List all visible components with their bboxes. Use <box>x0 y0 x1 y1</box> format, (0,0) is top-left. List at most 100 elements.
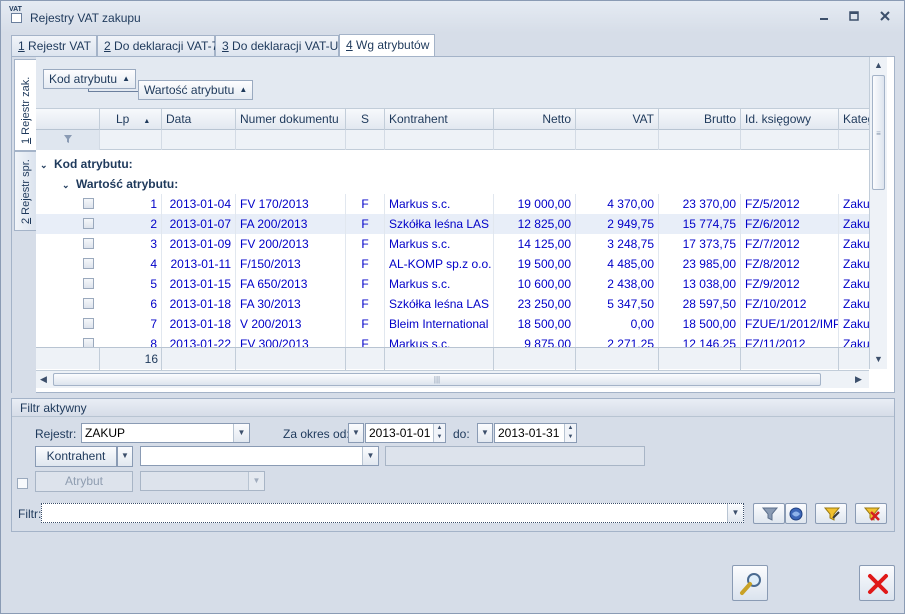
date-to-dropdown[interactable]: ▼ <box>477 423 493 443</box>
filter-clear-button[interactable] <box>855 503 887 524</box>
cell-s: F <box>346 194 385 214</box>
tab-wg-atrybutow[interactable]: 4 Wg atrybutów <box>339 34 435 57</box>
cell-id: FZ/5/2012 <box>741 194 839 214</box>
table-row[interactable]: 1 2013-01-04 FV 170/2013 F Markus s.c. 1… <box>36 194 869 214</box>
cell-kontrahent: AL-KOMP sp.z o.o. <box>385 254 494 274</box>
table-row[interactable]: 8 2013-01-22 FV 300/2013 F Markus s.c. 9… <box>36 334 869 347</box>
title-bar[interactable]: VAT Rejestry VAT zakupu <box>1 1 904 33</box>
header-kontrahent[interactable]: Kontrahent <box>385 109 494 130</box>
filter-edit-button[interactable] <box>815 503 847 524</box>
chevron-down-icon[interactable]: ▼ <box>727 504 743 522</box>
filtr-input[interactable]: ▼ <box>41 503 744 523</box>
date-from-input[interactable]: 2013-01-01 ▲ ▼ <box>365 423 446 443</box>
vertical-scroll-thumb[interactable]: ≡ <box>872 75 885 190</box>
vertical-scrollbar[interactable]: ▲ ≡ ▼ <box>869 57 887 369</box>
group-wartosc-atrybutu[interactable]: Wartość atrybutu ▲ <box>138 80 254 100</box>
row-checkbox[interactable] <box>83 338 94 347</box>
kontrahent-button[interactable]: Kontrahent <box>35 446 117 467</box>
kontrahent-select[interactable]: ▼ <box>140 446 379 466</box>
auto-filter-row[interactable] <box>36 130 869 150</box>
close-window-button[interactable] <box>877 10 893 24</box>
tab-do-deklaracji-vat7[interactable]: 2 Do deklaracji VAT-7 <box>97 35 218 57</box>
filter-cell-vat[interactable] <box>576 130 659 150</box>
filter-cell-numer[interactable] <box>236 130 346 150</box>
scroll-left-icon[interactable]: ◀ <box>40 374 47 385</box>
footer-cell <box>346 348 385 370</box>
maximize-button[interactable] <box>846 10 862 24</box>
date-to-input[interactable]: 2013-01-31 ▲ ▼ <box>494 423 577 443</box>
filtr-label: Filtr: <box>18 507 42 521</box>
header-netto[interactable]: Netto <box>494 109 576 130</box>
cell-lp: 6 <box>100 294 162 314</box>
table-row[interactable]: 6 2013-01-18 FA 30/2013 F Szkółka leśna … <box>36 294 869 314</box>
header-numer-dokumentu[interactable]: Numer dokumentu <box>236 109 346 130</box>
filter-cell-id[interactable] <box>741 130 839 150</box>
cell-kategoria: Zakupy <box>843 317 869 331</box>
close-button[interactable] <box>859 565 895 601</box>
magnifier-icon <box>740 573 761 595</box>
chevron-down-icon[interactable]: ⌄ <box>40 155 54 175</box>
chevron-down-icon[interactable]: ▼ <box>233 424 249 442</box>
filter-apply-button[interactable] <box>753 503 785 524</box>
cell-netto: 12 825,00 <box>494 214 576 234</box>
filter-cell-s[interactable] <box>346 130 385 150</box>
cell-lp: 8 <box>100 334 162 347</box>
scroll-right-icon[interactable]: ▶ <box>855 374 862 385</box>
row-checkbox[interactable] <box>83 278 94 289</box>
row-checkbox[interactable] <box>83 218 94 229</box>
tab-rejestr-vat[interactable]: 1 Rejestr VAT <box>11 35 97 57</box>
table-row[interactable]: 4 2013-01-11 F/150/2013 F AL-KOMP sp.z o… <box>36 254 869 274</box>
minimize-button[interactable] <box>816 10 832 24</box>
chevron-down-icon[interactable]: ⌄ <box>62 175 76 195</box>
cell-netto: 19 500,00 <box>494 254 576 274</box>
horizontal-scroll-thumb[interactable]: ||| <box>53 373 821 386</box>
filter-cell-brutto[interactable] <box>659 130 741 150</box>
table-row[interactable]: 3 2013-01-09 FV 200/2013 F Markus s.c. 1… <box>36 234 869 254</box>
cell-s: F <box>346 274 385 294</box>
row-checkbox[interactable] <box>83 318 94 329</box>
row-checkbox[interactable] <box>83 258 94 269</box>
scroll-up-icon[interactable]: ▲ <box>874 60 883 70</box>
atrybut-checkbox[interactable] <box>17 478 28 489</box>
header-kategoria[interactable]: Kategoria <box>839 109 869 130</box>
side-tab-rejestr-zak[interactable]: 1 Rejestr zak. <box>14 59 36 151</box>
filter-cell-kontrahent[interactable] <box>385 130 494 150</box>
tab-do-deklaracji-vatue[interactable]: 3 Do deklaracji VAT-UE <box>215 35 346 57</box>
row-checkbox[interactable] <box>83 238 94 249</box>
filter-cell-lp[interactable] <box>100 130 162 150</box>
table-row[interactable]: 5 2013-01-15 FA 650/2013 F Markus s.c. 1… <box>36 274 869 294</box>
header-id-ksiegowy[interactable]: Id. księgowy <box>741 109 839 130</box>
filter-cell-netto[interactable] <box>494 130 576 150</box>
cell-vat: 2 438,00 <box>576 274 659 294</box>
header-data[interactable]: Data <box>162 109 236 130</box>
header-brutto[interactable]: Brutto <box>659 109 741 130</box>
cell-numer: FV 170/2013 <box>236 194 346 214</box>
kontrahent-name-field <box>385 446 645 466</box>
cell-id: FZ/6/2012 <box>741 214 839 234</box>
row-checkbox[interactable] <box>83 298 94 309</box>
kontrahent-type-dropdown[interactable]: ▼ <box>117 446 133 467</box>
cell-s: F <box>346 234 385 254</box>
group-kod-atrybutu[interactable]: Kod atrybutu ▲ <box>43 69 137 89</box>
rejestr-select[interactable]: ZAKUP ▼ <box>81 423 250 443</box>
filter-cell-data[interactable] <box>162 130 236 150</box>
header-s[interactable]: S <box>346 109 385 130</box>
spinner-icon[interactable]: ▲ ▼ <box>564 424 576 442</box>
cell-numer: V 200/2013 <box>236 314 346 334</box>
group-row-kod-atrybutu[interactable]: ⌄ Kod atrybutu: <box>40 154 133 174</box>
chevron-down-icon[interactable]: ▼ <box>362 447 378 465</box>
scroll-down-icon[interactable]: ▼ <box>874 354 883 364</box>
group-row-wartosc-atrybutu[interactable]: ⌄ Wartość atrybutu: <box>62 174 178 194</box>
horizontal-scrollbar[interactable]: ◀ ||| ▶ <box>36 370 869 388</box>
header-lp[interactable]: Lp ▲ <box>100 109 162 130</box>
table-row[interactable]: 2 2013-01-07 FA 200/2013 F Szkółka leśna… <box>36 214 869 234</box>
spinner-icon[interactable]: ▲ ▼ <box>433 424 445 442</box>
row-checkbox[interactable] <box>83 198 94 209</box>
table-row[interactable]: 7 2013-01-18 V 200/2013 F Bleim Internat… <box>36 314 869 334</box>
header-vat[interactable]: VAT <box>576 109 659 130</box>
filter-builder-button[interactable] <box>785 503 807 524</box>
date-from-dropdown[interactable]: ▼ <box>348 423 364 443</box>
window-title: Rejestry VAT zakupu <box>30 11 141 25</box>
side-tab-rejestr-spr[interactable]: 2 Rejestr spr. <box>14 151 36 231</box>
preview-button[interactable] <box>732 565 768 601</box>
